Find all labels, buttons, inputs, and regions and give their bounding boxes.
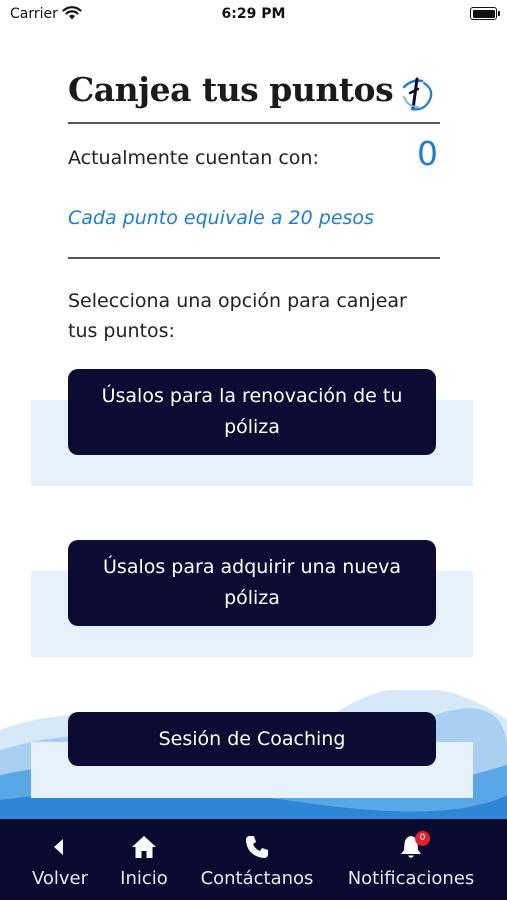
tab-notificaciones[interactable]: 0 Notificaciones: [340, 819, 482, 900]
tab-contactanos[interactable]: Contáctanos: [194, 819, 320, 900]
instruction-text: Selecciona una opción para canjear tus p…: [68, 290, 407, 342]
battery-icon: [470, 7, 500, 20]
points-equivalence-text: Cada punto equivale a 20 pesos: [68, 207, 374, 229]
notification-badge: 0: [415, 831, 430, 846]
tab-label: Volver: [31, 868, 89, 889]
renew-policy-label: Úsalos para la renovación de tu póliza: [101, 385, 403, 438]
brand-logo-icon: [402, 77, 433, 111]
new-policy-label: Úsalos para adquirir una nueva póliza: [103, 556, 401, 609]
tab-label: Inicio: [120, 868, 168, 889]
divider-top: [68, 122, 440, 124]
points-value: 0: [417, 134, 438, 173]
tab-inicio[interactable]: Inicio: [112, 819, 176, 900]
coaching-session-button[interactable]: Sesión de Coaching: [68, 712, 436, 766]
divider-bottom: [68, 257, 440, 259]
new-policy-button[interactable]: Úsalos para adquirir una nueva póliza: [68, 540, 436, 626]
home-icon: [132, 836, 156, 858]
current-points-label: Actualmente cuentan con:: [68, 147, 319, 169]
status-time: 6:29 PM: [221, 6, 286, 22]
bottom-tab-bar: Volver Inicio Contáctanos 0 Notificacion…: [0, 819, 507, 900]
renew-policy-button[interactable]: Úsalos para la renovación de tu póliza: [68, 369, 436, 455]
coaching-session-label: Sesión de Coaching: [158, 727, 346, 750]
tab-label: Notificaciones: [347, 868, 475, 889]
status-bar: Carrier 6:29 PM: [0, 0, 507, 30]
page-title: Canjea tus puntos: [68, 70, 394, 109]
tab-volver[interactable]: Volver: [24, 819, 96, 900]
back-icon: [54, 839, 63, 855]
phone-icon: [246, 836, 268, 858]
tab-label: Contáctanos: [200, 868, 314, 889]
